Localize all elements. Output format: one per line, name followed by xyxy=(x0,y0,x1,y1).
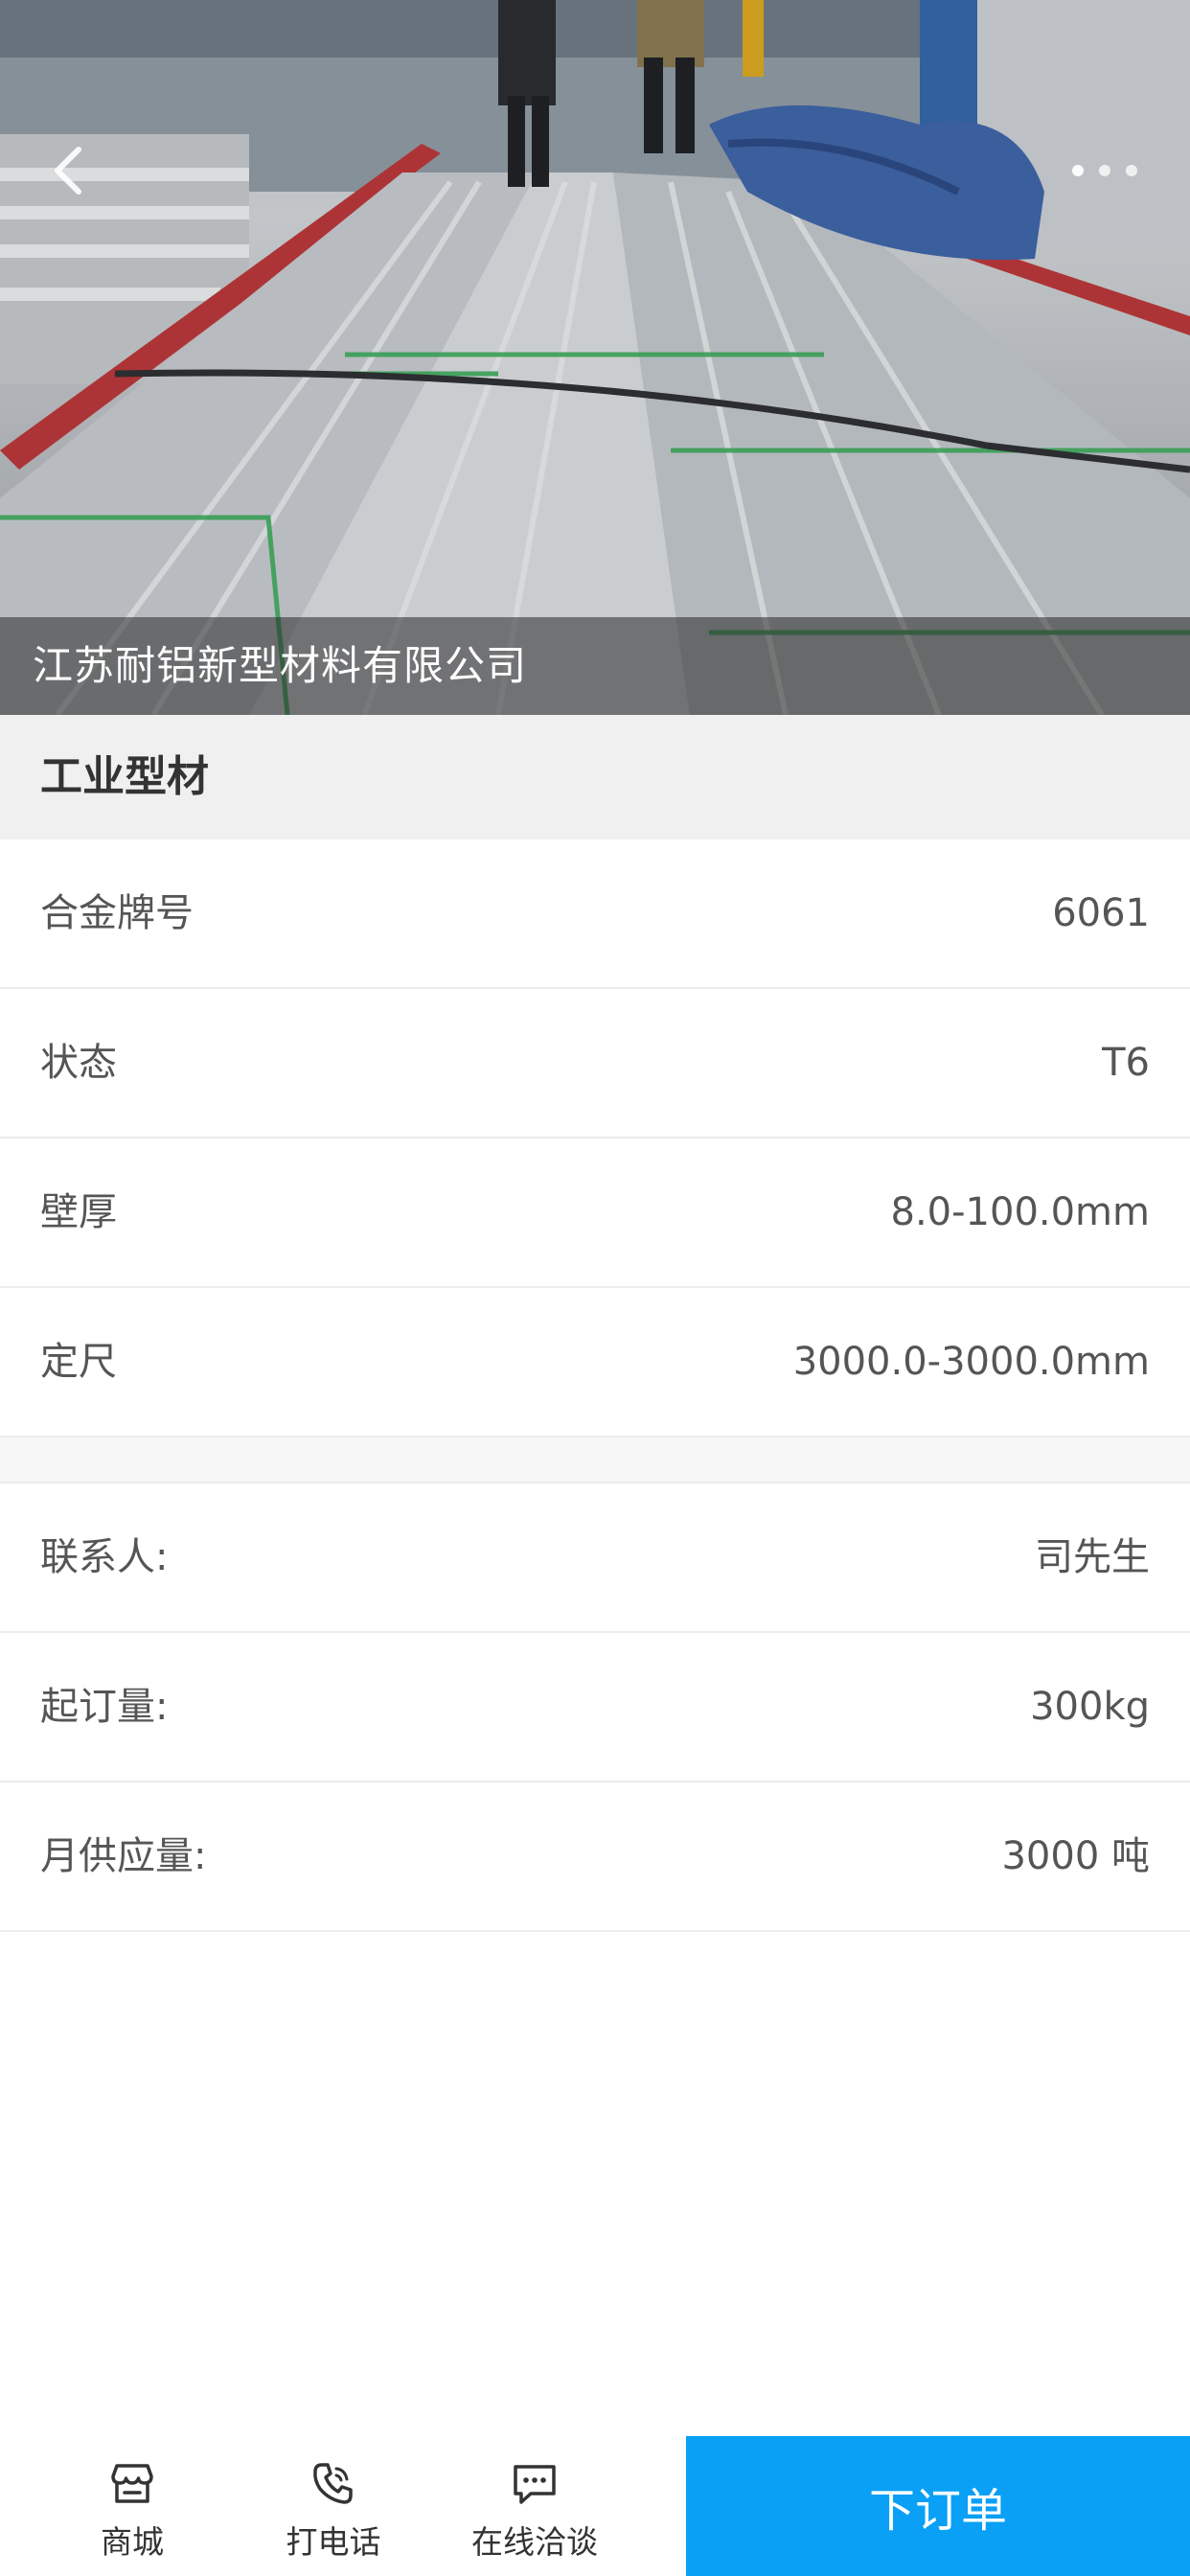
contact-row-min-order: 起订量: 300kg xyxy=(0,1633,1190,1782)
mall-button[interactable]: 商城 xyxy=(46,2436,218,2576)
spec-value: 8.0-100.0mm xyxy=(890,1190,1151,1234)
contact-row-monthly-supply: 月供应量: 3000 吨 xyxy=(0,1782,1190,1932)
chat-label: 在线洽谈 xyxy=(471,2523,598,2561)
product-title: 工业型材 xyxy=(40,752,209,801)
contact-label: 联系人: xyxy=(40,1535,169,1579)
spec-row-thickness: 壁厚 8.0-100.0mm xyxy=(0,1138,1190,1288)
carousel-dot[interactable] xyxy=(1099,165,1110,176)
spec-row-length: 定尺 3000.0-3000.0mm xyxy=(0,1288,1190,1438)
chat-button[interactable]: 在线洽谈 xyxy=(448,2436,621,2576)
chevron-left-icon xyxy=(55,147,81,195)
spec-value: 6061 xyxy=(1052,891,1150,935)
spec-value: T6 xyxy=(1102,1041,1150,1085)
product-detail-page: 江苏耐铝新型材料有限公司 工业型材 合金牌号 6061 状态 T6 壁厚 8.0… xyxy=(0,0,1190,2576)
spec-list: 合金牌号 6061 状态 T6 壁厚 8.0-100.0mm 定尺 3000.0… xyxy=(0,840,1190,1438)
call-label: 打电话 xyxy=(286,2523,381,2561)
section-divider xyxy=(0,1438,1190,1484)
contact-value: 司先生 xyxy=(1035,1535,1150,1579)
phone-icon xyxy=(313,2463,353,2504)
contact-list: 联系人: 司先生 起订量: 300kg 月供应量: 3000 吨 xyxy=(0,1484,1190,1932)
spec-label: 合金牌号 xyxy=(40,891,194,935)
contact-label: 月供应量: xyxy=(40,1834,207,1878)
chat-bubble-icon xyxy=(514,2465,556,2504)
spec-label: 壁厚 xyxy=(40,1190,117,1234)
contact-value: 300kg xyxy=(1030,1685,1150,1729)
spec-value: 3000.0-3000.0mm xyxy=(792,1340,1150,1384)
carousel-dot[interactable] xyxy=(1126,165,1137,176)
product-title-bar: 工业型材 xyxy=(0,715,1190,840)
spec-label: 定尺 xyxy=(40,1340,117,1384)
product-image-carousel[interactable]: 江苏耐铝新型材料有限公司 xyxy=(0,0,1190,715)
contact-label: 起订量: xyxy=(40,1685,169,1729)
bottom-action-bar: 商城 打电话 在线洽谈 下订单 xyxy=(0,2436,1190,2576)
call-button[interactable]: 打电话 xyxy=(247,2436,420,2576)
spec-row-alloy: 合金牌号 6061 xyxy=(0,840,1190,989)
mall-label: 商城 xyxy=(101,2523,164,2561)
contact-value: 3000 吨 xyxy=(1001,1834,1150,1878)
spec-label: 状态 xyxy=(40,1041,117,1085)
warehouse-photo xyxy=(0,0,1190,715)
company-name-caption: 江苏耐铝新型材料有限公司 xyxy=(0,617,1190,715)
store-icon xyxy=(111,2464,153,2503)
place-order-button[interactable]: 下订单 xyxy=(686,2436,1190,2576)
contact-row-person: 联系人: 司先生 xyxy=(0,1484,1190,1633)
carousel-indicator xyxy=(1072,165,1137,176)
back-button[interactable] xyxy=(50,144,107,201)
carousel-dot[interactable] xyxy=(1072,165,1084,176)
spec-row-temper: 状态 T6 xyxy=(0,989,1190,1138)
